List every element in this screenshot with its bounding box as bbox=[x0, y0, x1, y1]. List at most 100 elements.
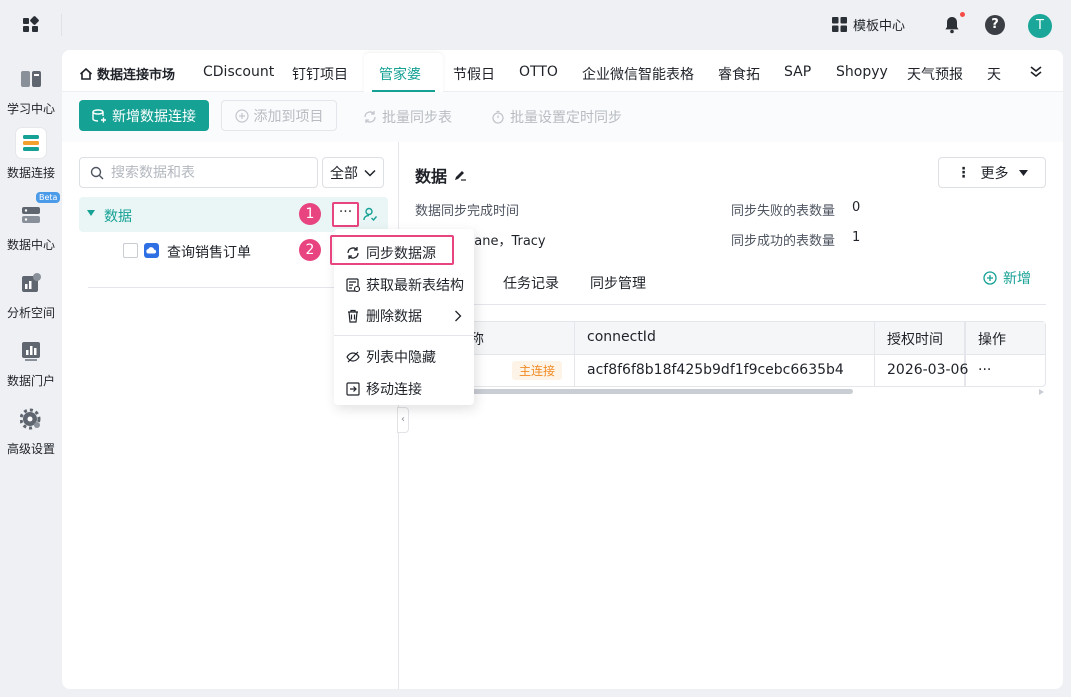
add-label: 新增 bbox=[1003, 271, 1031, 287]
notification-dot bbox=[960, 12, 965, 17]
template-center-label: 模板中心 bbox=[853, 19, 906, 34]
new-connection-label: 新增数据连接 bbox=[112, 108, 196, 125]
table-header bbox=[401, 322, 1045, 354]
analysis-icon bbox=[22, 273, 41, 292]
menu-item-fetch-schema[interactable]: 获取最新表结构 bbox=[346, 275, 464, 295]
row-actions-button[interactable]: ··· bbox=[978, 362, 991, 378]
caret-down-icon[interactable] bbox=[87, 210, 95, 216]
tab-truncated[interactable]: 天 bbox=[987, 64, 1001, 84]
tab-ruishituo[interactable]: 睿食拓 bbox=[718, 64, 760, 84]
move-icon bbox=[346, 382, 360, 396]
tab-cdiscount[interactable]: CDiscount bbox=[203, 64, 274, 80]
menu-item-hide[interactable]: 列表中隐藏 bbox=[346, 347, 436, 367]
edit-icon[interactable] bbox=[453, 168, 467, 182]
tab-holiday[interactable]: 节假日 bbox=[453, 64, 495, 84]
beta-badge: Beta bbox=[36, 192, 61, 203]
sidebar-item-analysis[interactable]: 分析空间 bbox=[0, 268, 62, 321]
help-icon[interactable]: ? bbox=[985, 15, 1005, 35]
new-connection-button[interactable]: 新增数据连接 bbox=[79, 100, 209, 131]
sidebar-item-data-center[interactable]: Beta 数据中心 bbox=[0, 192, 62, 253]
search-icon bbox=[90, 166, 104, 179]
scroll-right-arrow[interactable] bbox=[1039, 389, 1044, 395]
menu-label: 删除数据 bbox=[366, 309, 422, 325]
menu-label: 获取最新表结构 bbox=[366, 278, 464, 294]
filter-value: 全部 bbox=[330, 165, 358, 182]
template-center-button[interactable]: 模板中心 bbox=[832, 15, 905, 34]
home-icon bbox=[79, 67, 93, 80]
sync-icon bbox=[364, 111, 376, 123]
plus-circle-icon bbox=[234, 108, 249, 123]
user-auth-icon[interactable] bbox=[363, 207, 377, 221]
cloud-table-icon bbox=[144, 243, 159, 258]
th-auth-time: 授权时间 bbox=[887, 332, 943, 348]
sidebar-item-learning[interactable]: 学习中心 bbox=[0, 64, 62, 117]
tab-wecom-sheet[interactable]: 企业微信智能表格 bbox=[582, 64, 694, 84]
timer-icon bbox=[492, 110, 504, 124]
book-icon bbox=[21, 71, 41, 87]
sync-done-label: 数据同步完成时间 bbox=[415, 204, 520, 219]
fail-count-value: 0 bbox=[852, 200, 861, 215]
sidebar-item-advanced[interactable]: 高级设置 bbox=[0, 404, 62, 457]
sidebar-label: 数据连接 bbox=[6, 166, 55, 180]
horizontal-scrollbar[interactable] bbox=[450, 389, 853, 394]
tab-shopyy[interactable]: Shopyy bbox=[836, 64, 888, 80]
step-badge-2: 2 bbox=[299, 239, 321, 261]
menu-label: 列表中隐藏 bbox=[366, 350, 436, 366]
eye-off-icon bbox=[346, 351, 360, 363]
bell-icon[interactable] bbox=[942, 15, 962, 35]
avatar[interactable]: T bbox=[1028, 14, 1052, 38]
gear-icon bbox=[20, 408, 41, 430]
th-connect-id: connectId bbox=[587, 329, 656, 345]
search-box[interactable] bbox=[79, 157, 318, 188]
tab-task-records[interactable]: 任务记录 bbox=[503, 273, 559, 293]
add-to-project-label: 添加到项目 bbox=[253, 108, 324, 125]
tab-guanjiapo[interactable]: 管家婆 bbox=[379, 64, 421, 84]
batch-sync-button[interactable]: 批量同步表 bbox=[363, 107, 452, 127]
search-input[interactable] bbox=[111, 164, 311, 181]
server-icon bbox=[22, 207, 40, 223]
tab-dingding[interactable]: 钉钉项目 bbox=[292, 64, 348, 84]
chevron-right-icon bbox=[455, 310, 462, 322]
more-button[interactable]: ⋮ 更多 bbox=[938, 157, 1046, 188]
tree-child-label[interactable]: 查询销售订单 bbox=[167, 242, 251, 262]
collapse-handle[interactable]: ‹ bbox=[397, 407, 409, 433]
batch-sync-label: 批量同步表 bbox=[382, 110, 452, 126]
menu-item-move[interactable]: 移动连接 bbox=[346, 379, 422, 399]
menu-divider bbox=[334, 335, 474, 336]
tab-home[interactable]: 数据连接市场 bbox=[79, 64, 175, 83]
batch-schedule-label: 批量设置定时同步 bbox=[510, 110, 622, 126]
tab-sync-management[interactable]: 同步管理 bbox=[590, 273, 646, 293]
detail-title: 数据 bbox=[415, 163, 467, 187]
row-separator bbox=[401, 354, 1045, 355]
vertical-dots-icon: ⋮ bbox=[956, 164, 971, 181]
tree-node-label: 数据 bbox=[104, 209, 132, 225]
table-refresh-icon bbox=[346, 278, 360, 292]
sidebar-item-portal[interactable]: 数据门户 bbox=[0, 336, 62, 389]
tab-sap[interactable]: SAP bbox=[784, 64, 811, 80]
portal-icon bbox=[22, 342, 40, 361]
sidebar-label: 高级设置 bbox=[6, 442, 55, 456]
menu-item-delete[interactable]: 删除数据 bbox=[346, 306, 462, 326]
sidebar-item-data-connect[interactable]: 数据连接 bbox=[0, 128, 62, 181]
filter-select[interactable]: 全部 bbox=[322, 157, 384, 188]
success-count-value: 1 bbox=[852, 230, 861, 245]
sidebar-label: 数据门户 bbox=[6, 374, 55, 388]
success-count-label: 同步成功的表数量 bbox=[731, 234, 836, 249]
template-grid-icon bbox=[832, 17, 847, 32]
topbar-divider bbox=[61, 14, 62, 36]
caret-down-icon bbox=[1018, 169, 1028, 176]
tab-weather[interactable]: 天气预报 bbox=[907, 64, 963, 84]
double-chevron-down-icon bbox=[1030, 66, 1042, 78]
chevron-down-icon bbox=[364, 169, 376, 177]
more-tabs-button[interactable] bbox=[1021, 58, 1051, 86]
add-button[interactable]: 新增 bbox=[983, 268, 1031, 288]
tab-otto[interactable]: OTTO bbox=[519, 64, 558, 80]
more-actions-button[interactable]: ··· bbox=[332, 202, 359, 227]
owner-value: hane，Tracy bbox=[466, 234, 546, 249]
add-to-project-button[interactable]: 添加到项目 bbox=[221, 100, 337, 131]
more-label: 更多 bbox=[980, 165, 1009, 182]
table-checkbox[interactable] bbox=[123, 243, 138, 258]
app-grid-icon[interactable] bbox=[21, 15, 41, 35]
batch-schedule-button[interactable]: 批量设置定时同步 bbox=[491, 107, 622, 127]
trash-icon bbox=[348, 309, 358, 323]
